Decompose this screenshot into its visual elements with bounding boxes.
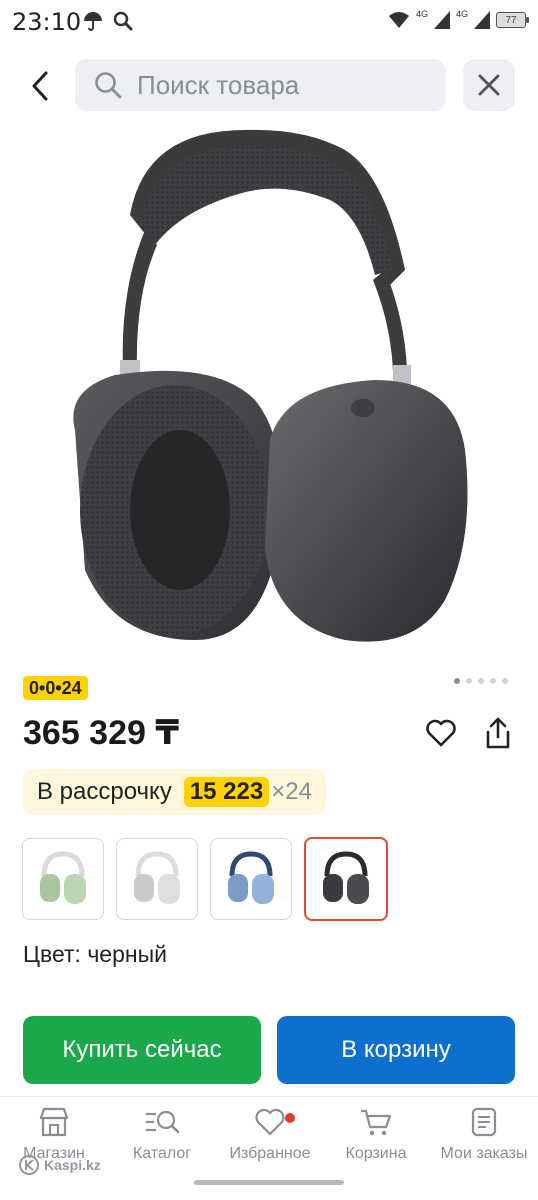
carousel-dot: [490, 678, 496, 684]
search-icon: [95, 72, 122, 99]
battery-icon: 77: [496, 12, 529, 28]
color-swatches: [22, 837, 388, 921]
installment-label: В рассрочку: [37, 778, 172, 805]
home-indicator[interactable]: [194, 1180, 344, 1185]
nav-label-orders: Мои заказы: [440, 1145, 528, 1162]
nav-item-orders[interactable]: Мои заказы: [430, 1107, 538, 1163]
headphones-silver-thumbnail: [134, 851, 180, 904]
close-icon: [478, 74, 500, 96]
status-time: 23:10: [12, 8, 82, 36]
nav-item-catalog[interactable]: Каталог: [108, 1107, 216, 1163]
buy-now-button[interactable]: Купить сейчас: [23, 1016, 261, 1084]
swatch-silver[interactable]: [116, 838, 198, 920]
kaspi-logo-icon: [19, 1155, 39, 1175]
back-button[interactable]: [18, 64, 62, 108]
status-right: 4G 4G 77: [388, 9, 529, 29]
search-placeholder: Поиск товара: [137, 69, 300, 100]
store-icon: [39, 1107, 69, 1137]
nav-item-favorites[interactable]: Избранное: [216, 1107, 324, 1163]
orders-icon: [471, 1107, 497, 1137]
installment-amount: 15 223: [183, 777, 270, 807]
nav-item-cart[interactable]: Корзина: [322, 1107, 430, 1163]
signal-icon: [433, 11, 450, 29]
carousel-dots: [454, 678, 508, 684]
nav-label-favorites: Избранное: [229, 1145, 311, 1162]
carousel-dot: [466, 678, 472, 684]
carousel-dot: [478, 678, 484, 684]
installment-months: ×24: [271, 778, 312, 805]
product-image[interactable]: [55, 120, 485, 660]
umbrella-icon: [84, 12, 102, 31]
carousel-dot: [502, 678, 508, 684]
favorite-button[interactable]: [420, 712, 462, 754]
wifi-icon: [388, 12, 409, 28]
heart-icon: [426, 719, 456, 747]
catalog-search-icon: [146, 1110, 180, 1134]
carousel-dot: [454, 678, 460, 684]
close-search-button[interactable]: [463, 59, 515, 111]
headphones-black-thumbnail: [323, 851, 369, 904]
header: Поиск товара: [0, 58, 538, 112]
add-to-cart-button[interactable]: В корзину: [277, 1016, 515, 1084]
status-left-icons: [82, 10, 134, 32]
installment-plan-badge: 0•0•24: [23, 676, 88, 700]
headphones-blue-thumbnail: [228, 851, 274, 904]
search-input[interactable]: Поиск товара: [75, 59, 446, 111]
swatch-green[interactable]: [22, 838, 104, 920]
swatch-sky-blue[interactable]: [210, 838, 292, 920]
nav-label-cart: Корзина: [345, 1145, 407, 1162]
network-type-label-2: 4G: [455, 9, 468, 19]
search-status-icon: [113, 11, 133, 31]
watermark-text: Kaspi.kz: [44, 1157, 101, 1173]
share-icon: [486, 717, 510, 749]
installment-offer[interactable]: В рассрочку 15 223 ×24: [23, 769, 326, 815]
chevron-left-icon: [32, 71, 48, 101]
nav-label-catalog: Каталог: [132, 1145, 192, 1162]
status-bar: 23:10 4G 4G 77: [0, 0, 538, 46]
signal-icon-2: [474, 11, 490, 29]
share-button[interactable]: [477, 712, 519, 754]
heart-nav-icon: [255, 1108, 285, 1136]
swatch-black[interactable]: [304, 837, 388, 921]
price: 365 329 ₸: [23, 714, 180, 752]
headphones-green-thumbnail: [40, 851, 86, 904]
cart-icon: [361, 1109, 392, 1136]
selected-color-label: Цвет: черный: [23, 941, 167, 967]
network-type-label: 4G: [415, 9, 428, 19]
favorites-badge: [285, 1113, 295, 1123]
kaspi-watermark: Kaspi.kz: [18, 1154, 101, 1176]
